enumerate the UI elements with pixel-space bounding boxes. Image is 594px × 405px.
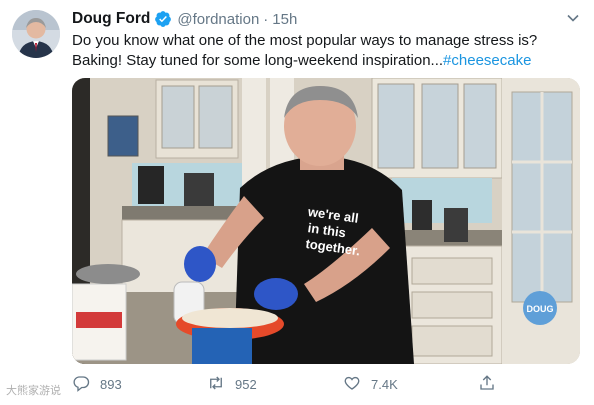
share-icon: [478, 374, 496, 395]
user-handle[interactable]: @fordnation: [177, 11, 259, 28]
tweet-media-video[interactable]: we're all in this together. DOUG: [72, 78, 580, 364]
share-button[interactable]: [478, 374, 496, 395]
watermark: 大熊家游说: [6, 382, 61, 398]
tweet-text-line-2: Baking! Stay tuned for some long-weekend…: [72, 51, 584, 71]
timestamp[interactable]: 15h: [272, 11, 297, 28]
corner-logo-text: DOUG: [527, 304, 554, 314]
chevron-down-icon[interactable]: [566, 11, 580, 25]
avatar[interactable]: [12, 10, 60, 58]
tweet-header: Doug Ford @fordnation · 15h: [72, 9, 297, 29]
separator-dot: ·: [263, 10, 269, 28]
tweet-card[interactable]: Doug Ford @fordnation · 15h Do you know …: [0, 0, 594, 405]
tweet-text-line-2-body: Baking! Stay tuned for some long-weekend…: [72, 51, 444, 69]
hashtag-link[interactable]: #cheesecake: [443, 52, 531, 69]
like-count: 7.4K: [371, 377, 398, 392]
verified-badge-icon: [154, 10, 172, 28]
reply-count: 893: [100, 377, 122, 392]
tweet-text-line-1: Do you know what one of the most popular…: [72, 32, 538, 49]
retweet-icon: [207, 374, 225, 395]
display-name[interactable]: Doug Ford: [72, 10, 150, 28]
retweet-button[interactable]: 952: [207, 374, 257, 395]
reply-icon: [72, 374, 90, 395]
tweet-actions: 893 952 7.4K: [72, 370, 572, 398]
retweet-count: 952: [235, 377, 257, 392]
tweet-text: Do you know what one of the most popular…: [72, 31, 584, 70]
reply-button[interactable]: 893: [72, 374, 122, 395]
media-illustration: we're all in this together. DOUG: [72, 78, 580, 364]
watermark-text: 大熊家游说: [6, 385, 61, 397]
like-button[interactable]: 7.4K: [343, 374, 398, 395]
heart-icon: [343, 374, 361, 395]
